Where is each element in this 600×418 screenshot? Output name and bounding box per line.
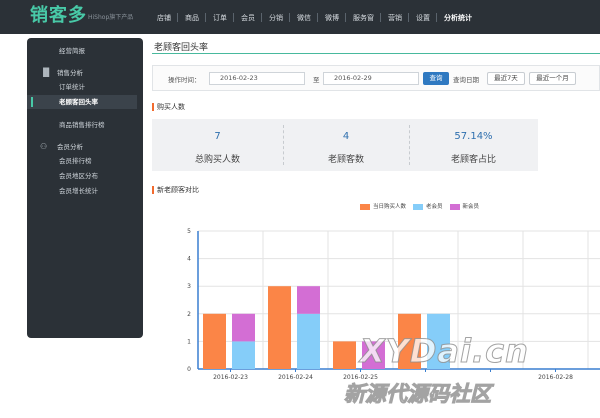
- stat-label: 老顾客数: [327, 155, 364, 165]
- bar-new-members[interactable]: [232, 313, 255, 342]
- bar-new-members[interactable]: [362, 341, 385, 369]
- sidebar-item: ⚇ 会员分析: [27, 140, 143, 154]
- y-tick-label: 3: [187, 283, 191, 290]
- y-tick-label: 2: [187, 311, 191, 318]
- filter-separator: 至: [313, 76, 320, 84]
- nav-item[interactable]: 营销: [381, 0, 409, 34]
- nav-item[interactable]: 微博: [318, 0, 346, 34]
- y-tick-label: 0: [187, 366, 191, 373]
- sidebar-item-label: 商品销售排行榜: [59, 121, 105, 129]
- bar-new-members[interactable]: [297, 286, 320, 314]
- customer-comparison-chart: 0 1 2 3 4 5 2016-02-23 2016-02-24 2016-02-25 2016…: [187, 228, 600, 381]
- nav-item[interactable]: 会员: [234, 0, 262, 34]
- x-tick-label: 2016-02-24: [278, 374, 313, 381]
- nav-item[interactable]: 商品: [178, 0, 206, 34]
- sidebar-item[interactable]: 经营简报: [27, 44, 143, 58]
- legend-swatch: [413, 203, 424, 210]
- sidebar: 经营简报 ▐▌ 销售分析订单统计老顾客回头率 商品销售排行榜 ⚇ 会员分析会员排行榜会员地…: [27, 38, 143, 338]
- legend-label: 新会员: [462, 204, 480, 210]
- y-tick-label: 5: [187, 228, 191, 235]
- legend-item[interactable]: 当日购买人数: [360, 203, 406, 212]
- x-tick-label: 2016-02-23: [213, 374, 248, 381]
- date-filter-bar: 操作时间： 2016-02-23 至 2016-02-29 查询 查询日期 最近…: [152, 65, 600, 91]
- sidebar-item[interactable]: 会员排行榜: [27, 154, 143, 168]
- query-button[interactable]: 查询: [423, 72, 449, 85]
- bar-total-buyers[interactable]: [268, 286, 291, 369]
- legend-item[interactable]: 新会员: [449, 203, 480, 212]
- nav-item[interactable]: 店铺: [150, 0, 178, 34]
- nav-item[interactable]: 微信: [290, 0, 318, 34]
- stat-value: 57.14%: [454, 131, 493, 142]
- sidebar-item: ▐▌ 销售分析: [27, 66, 143, 80]
- stat-returning-customers: 4 老顾客数: [283, 119, 409, 171]
- stat-value: 4: [342, 131, 350, 142]
- bar-returning-members[interactable]: [232, 341, 255, 369]
- buyer-stats-panel: 7 总购买人数 4 老顾客数 57.14% 老顾客占比: [152, 119, 538, 171]
- chart-legend: 当日购买人数 老会员 新会员: [360, 203, 486, 213]
- title-underline: [152, 53, 600, 54]
- sidebar-item-label: 会员地区分布: [59, 172, 98, 180]
- x-tick-label: 2016-02-28: [538, 374, 573, 381]
- app-sublogo: HiShop旗下产品: [88, 14, 134, 21]
- compare-section-title: 新老顾客对比: [152, 185, 199, 195]
- page-title: 老顾客回头率: [154, 43, 209, 53]
- sidebar-item-label: 销售分析: [57, 69, 83, 77]
- last-7-days-button[interactable]: 最近7天: [487, 72, 525, 85]
- bar-total-buyers[interactable]: [398, 313, 421, 369]
- sidebar-item[interactable]: 老顾客回头率: [27, 95, 137, 109]
- nav-item[interactable]: 分析统计: [437, 0, 479, 34]
- stat-label: 总购买人数: [194, 155, 240, 165]
- top-navbar: 销客多 HiShop旗下产品 店铺 商品 订单 会员 分销 微信 微博 服务窗 营销 设置 分析统计: [0, 0, 600, 34]
- filter-label: 操作时间：: [168, 76, 201, 84]
- nav-item[interactable]: 订单: [206, 0, 234, 34]
- sidebar-item-label: 老顾客回头率: [59, 98, 98, 106]
- nav-item[interactable]: 服务窗: [346, 0, 381, 34]
- main-nav: 店铺 商品 订单 会员 分销 微信 微博 服务窗 营销 设置 分析统计: [150, 0, 479, 34]
- sidebar-item-label: 会员排行榜: [59, 157, 92, 165]
- last-month-button[interactable]: 最近一个月: [529, 72, 576, 85]
- sidebar-item[interactable]: 会员增长统计: [27, 184, 143, 198]
- buyers-section-title: 购买人数: [152, 102, 185, 112]
- y-tick-label: 1: [187, 338, 191, 345]
- bar-returning-members[interactable]: [297, 313, 320, 369]
- bar-total-buyers[interactable]: [203, 313, 226, 369]
- bar-chart-icon: ▐▌: [40, 68, 53, 77]
- start-date-input[interactable]: 2016-02-23: [209, 72, 305, 85]
- sidebar-item[interactable]: 商品销售排行榜: [27, 118, 143, 132]
- bar-returning-members[interactable]: [427, 313, 450, 369]
- nav-item[interactable]: 分销: [262, 0, 290, 34]
- period-label: 查询日期: [453, 76, 479, 84]
- x-tick-label: 2016-02-25: [343, 374, 378, 381]
- stat-total-buyers: 7 总购买人数: [152, 119, 283, 171]
- sidebar-item-label: 订单统计: [59, 83, 85, 91]
- sidebar-item-label: 会员分析: [57, 143, 83, 151]
- legend-label: 当日购买人数: [373, 204, 407, 210]
- sidebar-item[interactable]: 会员地区分布: [27, 169, 143, 183]
- legend-swatch: [449, 203, 460, 210]
- sidebar-item-label: 会员增长统计: [59, 187, 98, 195]
- sidebar-item-label: 经营简报: [59, 47, 85, 55]
- legend-item[interactable]: 老会员: [413, 203, 443, 212]
- legend-swatch: [360, 203, 370, 210]
- end-date-input[interactable]: 2016-02-29: [323, 72, 419, 85]
- sidebar-item[interactable]: 订单统计: [27, 80, 143, 94]
- stat-value: 7: [214, 131, 221, 142]
- y-tick-label: 4: [187, 256, 191, 263]
- members-icon: ⚇: [40, 142, 48, 151]
- nav-item[interactable]: 设置: [409, 0, 437, 34]
- app-logo[interactable]: 销客多: [30, 4, 92, 28]
- bar-total-buyers[interactable]: [333, 341, 356, 369]
- stat-returning-ratio: 57.14% 老顾客占比: [409, 119, 538, 171]
- stat-label: 老顾客占比: [450, 155, 496, 165]
- legend-label: 老会员: [426, 204, 443, 210]
